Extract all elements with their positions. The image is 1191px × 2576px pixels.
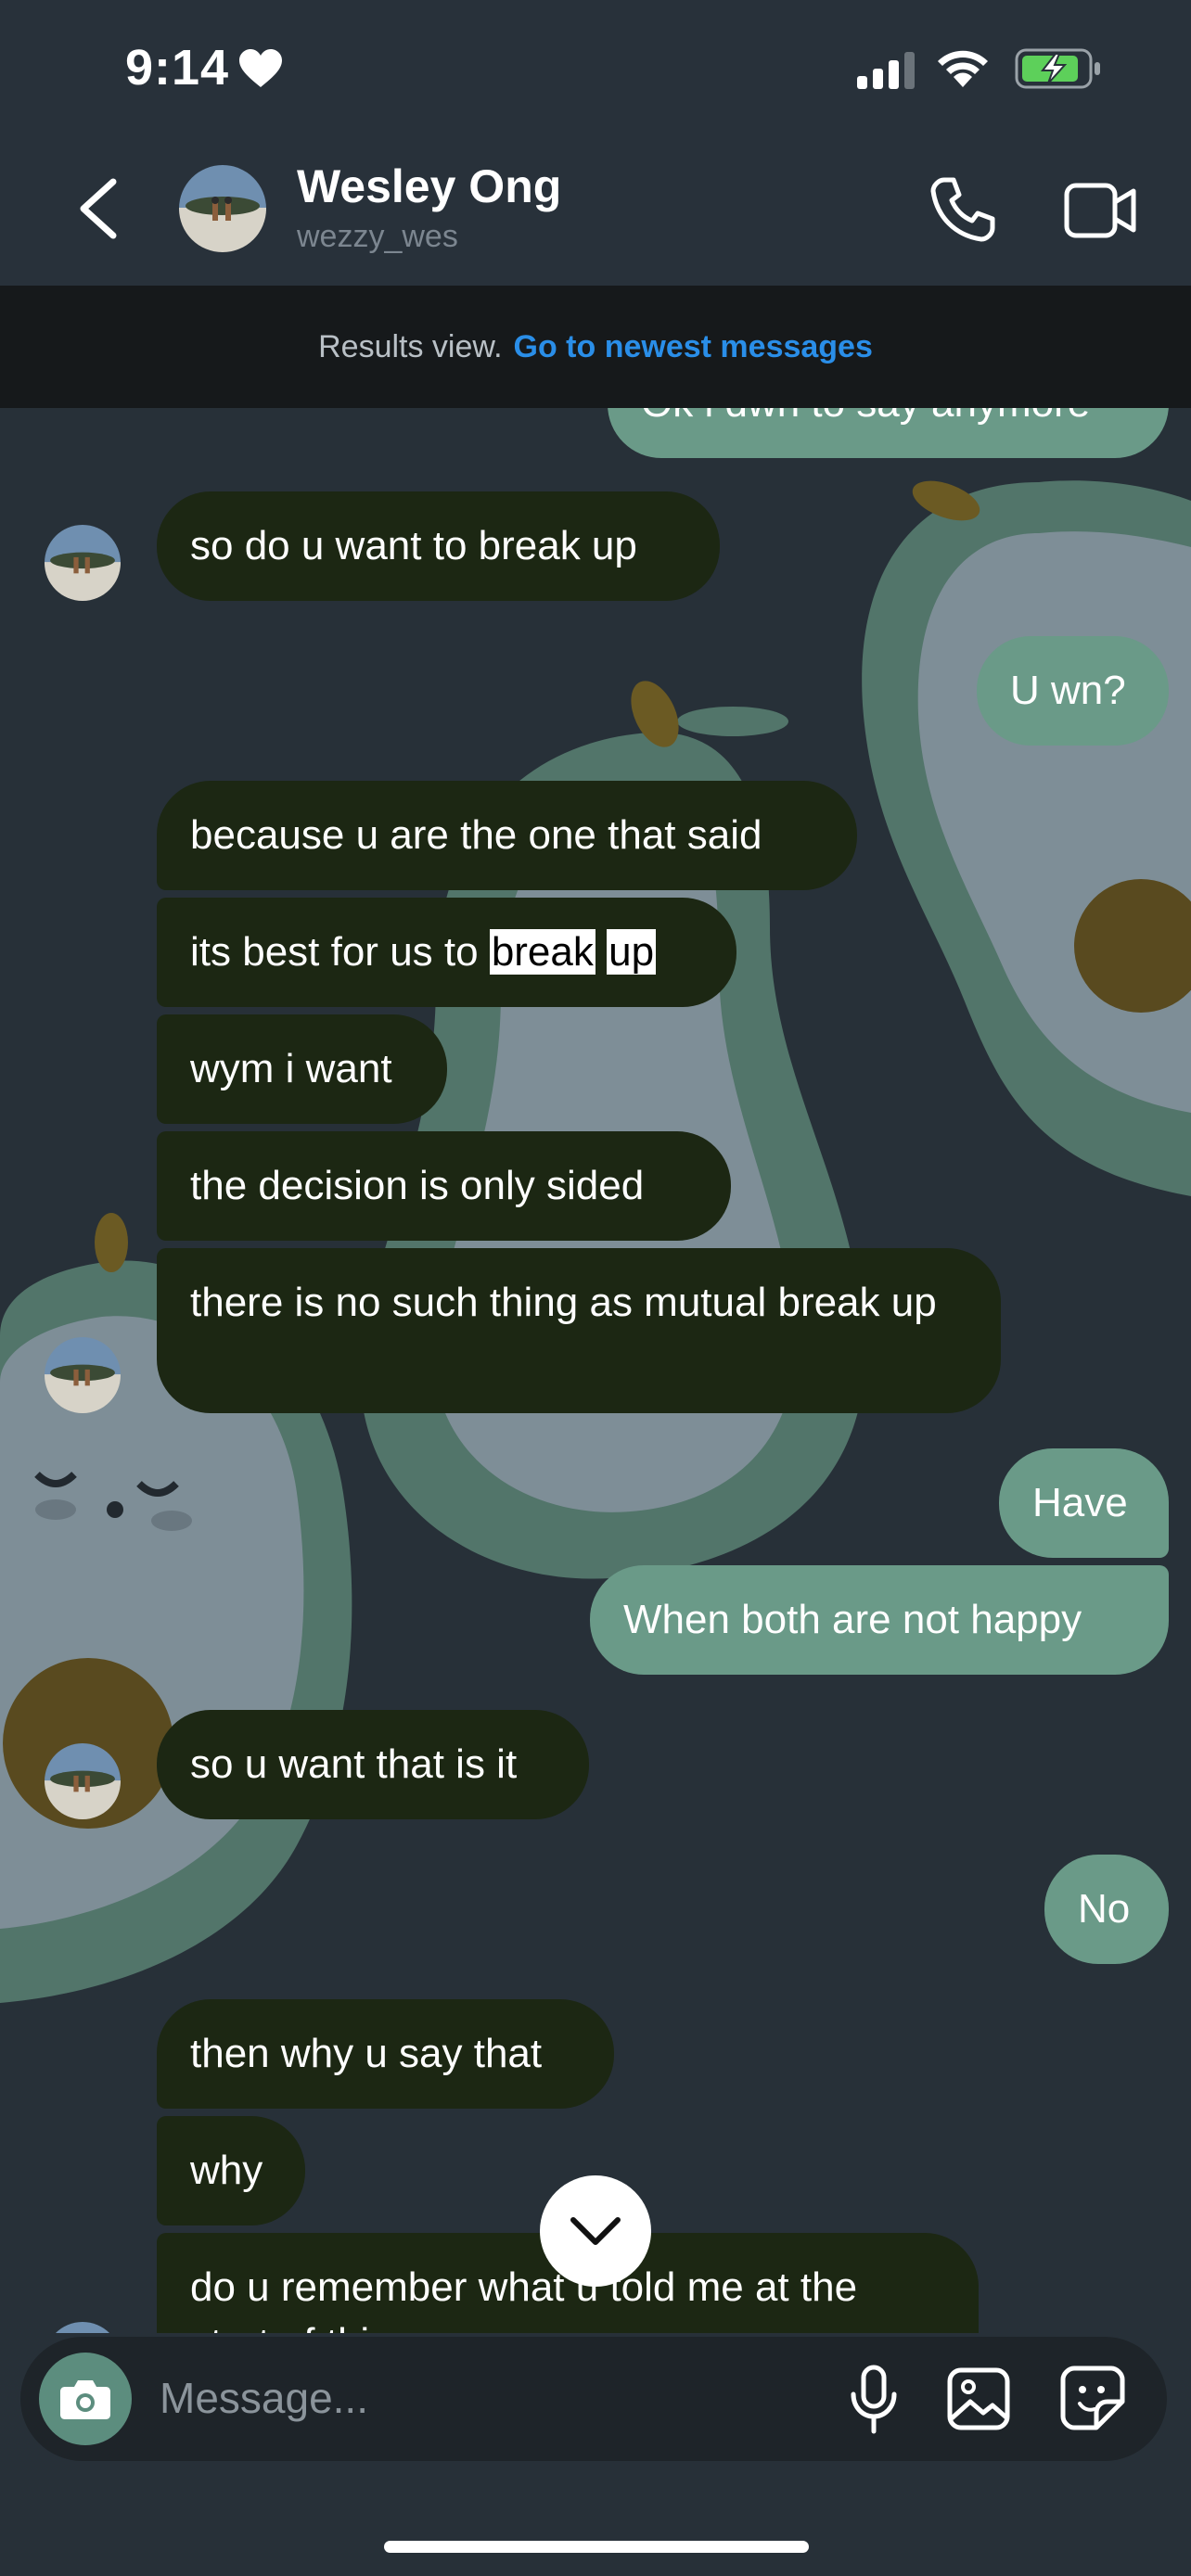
- scroll-to-bottom-button[interactable]: [540, 2175, 651, 2287]
- message-text: so do u want to break up: [190, 523, 637, 568]
- sticker-button[interactable]: [1059, 2365, 1126, 2431]
- contact-avatar[interactable]: [179, 165, 266, 252]
- message-text: the decision is only sided: [190, 1163, 645, 1208]
- go-to-newest-link[interactable]: Go to newest messages: [514, 329, 873, 365]
- results-view-label: Results view.: [318, 328, 503, 364]
- message-text: No: [1078, 1886, 1131, 1932]
- chevron-down-icon: [570, 2217, 621, 2245]
- message-input[interactable]: [158, 2365, 625, 2431]
- battery-charging-icon: [1015, 48, 1100, 89]
- message-bubble-incoming[interactable]: because u are the one that said: [157, 781, 857, 890]
- message-bubble-incoming[interactable]: why: [157, 2116, 305, 2225]
- video-call-button[interactable]: [1063, 180, 1137, 241]
- message-bubble-incoming[interactable]: so do u want to break up: [157, 491, 720, 601]
- sender-avatar[interactable]: [45, 1337, 121, 1413]
- message-text: why: [190, 2148, 263, 2193]
- message-text: there is no such thing as mutual break u…: [190, 1280, 937, 1325]
- message-text: because u are the one that said: [190, 812, 762, 858]
- message-text: Have: [1032, 1480, 1128, 1525]
- contact-username: wezzy_wes: [297, 219, 458, 254]
- wifi-icon: [938, 50, 988, 87]
- sender-avatar[interactable]: [45, 525, 121, 601]
- home-indicator: [384, 2541, 809, 2553]
- chat-header: Wesley Ong wezzy_wes: [0, 139, 1191, 286]
- message-text: its best for us to: [190, 929, 479, 975]
- message-bubble-outgoing[interactable]: U wn?: [977, 636, 1169, 746]
- back-button[interactable]: [74, 176, 121, 241]
- message-bubble-incoming[interactable]: wym i want: [157, 1014, 447, 1124]
- results-banner: Results view. Go to newest messages: [0, 286, 1191, 408]
- message-bubble-outgoing[interactable]: No: [1044, 1855, 1169, 1964]
- message-text: so u want that is it: [190, 1741, 518, 1787]
- message-bubble-incoming[interactable]: so u want that is it: [157, 1710, 589, 1819]
- message-composer: [20, 2337, 1167, 2461]
- message-bubble-outgoing[interactable]: Have: [999, 1448, 1169, 1558]
- message-bubble-incoming[interactable]: its best for us to break up: [157, 898, 736, 1007]
- chat-screen: 9:14 Wesley Ong wezzy_wes Results view. …: [0, 0, 1191, 2576]
- heart-icon: [239, 49, 282, 87]
- message-text: When both are not happy: [623, 1597, 1082, 1642]
- contact-name[interactable]: Wesley Ong: [297, 159, 561, 213]
- cellular-signal-icon: [857, 52, 915, 89]
- message-bubble-outgoing[interactable]: When both are not happy: [590, 1565, 1169, 1675]
- message-bubble-incoming[interactable]: there is no such thing as mutual break u…: [157, 1248, 1001, 1413]
- gallery-button[interactable]: [946, 2366, 1011, 2431]
- sender-avatar[interactable]: [45, 1743, 121, 1819]
- camera-icon: [60, 2380, 110, 2419]
- message-text: U wn?: [1010, 668, 1126, 713]
- status-time: 9:14: [125, 40, 230, 96]
- message-text: wym i want: [190, 1046, 392, 1091]
- search-highlight: break: [489, 929, 596, 975]
- message-text: then why u say that: [190, 2031, 543, 2076]
- microphone-button[interactable]: [848, 2365, 900, 2435]
- camera-button[interactable]: [39, 2353, 132, 2445]
- search-highlight: up: [607, 929, 657, 975]
- message-bubble-incoming[interactable]: then why u say that: [157, 1999, 614, 2109]
- status-bar: 9:14: [0, 0, 1191, 139]
- message-bubble-incoming[interactable]: the decision is only sided: [157, 1131, 731, 1241]
- phone-call-button[interactable]: [928, 174, 998, 245]
